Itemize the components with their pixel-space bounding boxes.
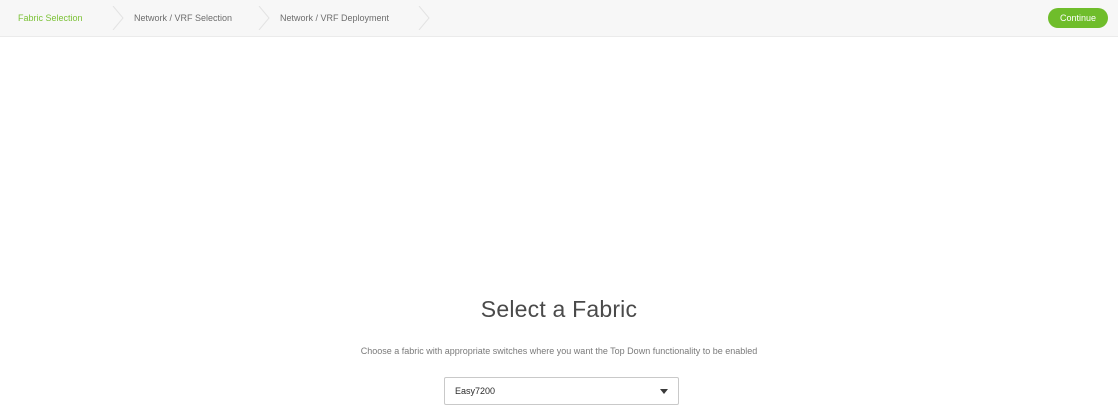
fabric-select-value: Easy7200	[455, 386, 496, 396]
chevron-right-icon	[418, 6, 430, 30]
chevron-right-icon	[258, 6, 270, 30]
chevron-right-icon	[112, 6, 124, 30]
step-label: Network / VRF Selection	[134, 13, 233, 23]
step-label: Network / VRF Deployment	[280, 13, 390, 23]
step-network-vrf-selection[interactable]: Network / VRF Selection	[124, 6, 270, 30]
fabric-select-dropdown[interactable]: Easy7200	[444, 377, 679, 405]
continue-button[interactable]: Continue	[1048, 8, 1108, 28]
page-subtitle: Choose a fabric with appropriate switche…	[360, 346, 758, 356]
step-label: Fabric Selection	[18, 13, 83, 23]
step-network-vrf-deployment[interactable]: Network / VRF Deployment	[270, 6, 430, 30]
wizard-steps: Fabric Selection Network / VRF Selection…	[8, 6, 430, 30]
page-title: Select a Fabric	[480, 296, 638, 322]
wizard-header: Fabric Selection Network / VRF Selection…	[0, 0, 1118, 37]
step-fabric-selection[interactable]: Fabric Selection	[8, 6, 124, 30]
caret-down-icon	[660, 388, 668, 394]
